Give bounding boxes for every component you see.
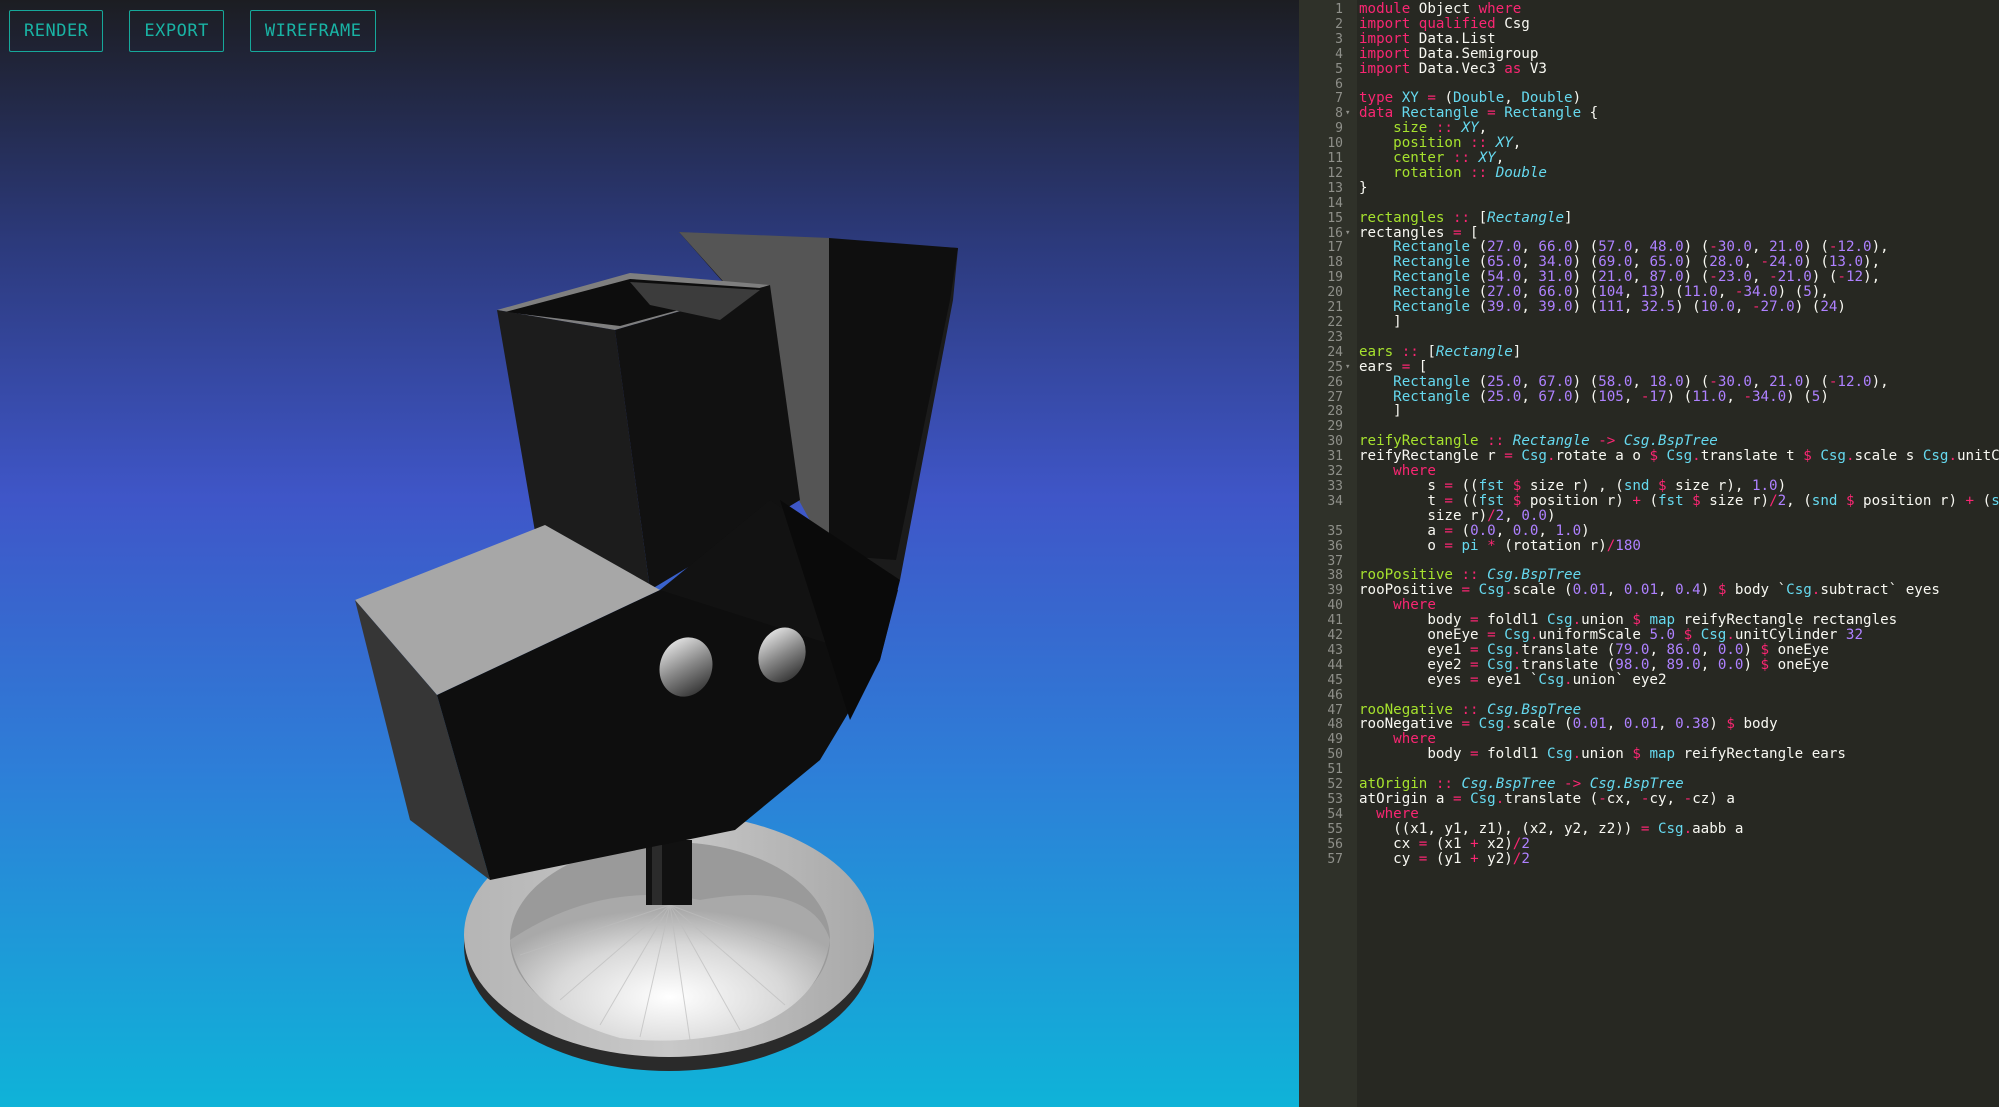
code-token: (y1	[1427, 850, 1471, 867]
code-token: cy	[1359, 850, 1419, 867]
toolbar: RENDER EXPORT WIREFRAME	[9, 10, 377, 52]
render-button[interactable]: RENDER	[9, 10, 104, 52]
code-text: cy = (y1 + y2)/2	[1359, 850, 1530, 869]
3d-model-scene[interactable]	[0, 0, 1299, 1107]
code-editor[interactable]: 1 module Object where 2 import qualified Cs…	[1299, 0, 1999, 1107]
wireframe-button[interactable]: WIREFRAME	[249, 10, 377, 52]
line-number: 57	[1327, 851, 1343, 867]
model-body	[355, 232, 958, 880]
model-stem	[646, 840, 692, 905]
code-token: 2	[1521, 850, 1530, 867]
export-button[interactable]: EXPORT	[129, 10, 224, 52]
code-line[interactable]: 57 cy = (y1 + y2)/2	[1299, 850, 1999, 869]
code-token: +	[1470, 850, 1479, 867]
code-token: y2)	[1478, 850, 1513, 867]
render-viewport[interactable]: RENDER EXPORT WIREFRAME	[0, 0, 1299, 1107]
